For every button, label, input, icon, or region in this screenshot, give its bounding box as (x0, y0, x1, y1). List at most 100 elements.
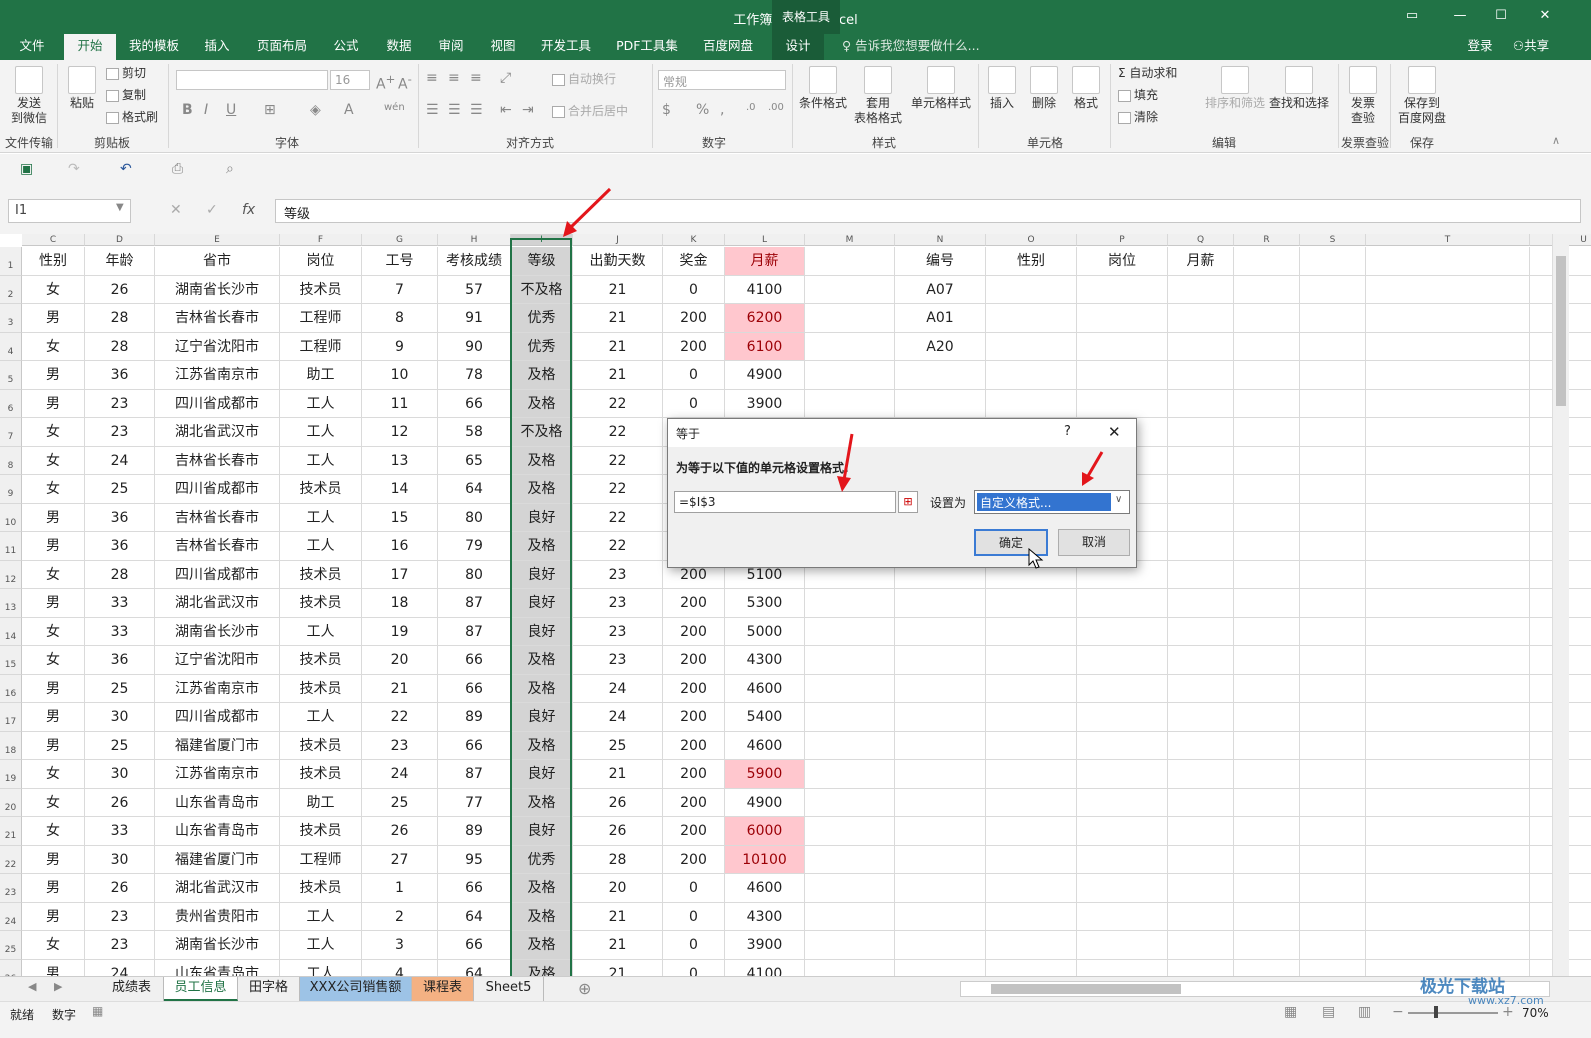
table-cell[interactable]: 技术员 (280, 874, 362, 903)
table-cell[interactable] (1168, 332, 1234, 361)
next-sheet-icon[interactable]: ▶ (54, 980, 62, 993)
collapse-ribbon-icon[interactable]: ∧ (1552, 134, 1560, 147)
table-cell[interactable]: 17 (362, 560, 438, 589)
table-cell[interactable]: 21 (573, 275, 663, 304)
table-cell[interactable] (1168, 731, 1234, 760)
table-cell[interactable]: 58 (438, 418, 511, 447)
sheet-tab[interactable]: XXX公司销售额 (300, 977, 412, 1001)
table-cell[interactable]: 77 (438, 788, 511, 817)
table-cell[interactable]: 66 (438, 731, 511, 760)
table-cell[interactable] (986, 617, 1077, 646)
table-cell[interactable] (1366, 418, 1530, 447)
table-cell[interactable]: 及格 (511, 532, 573, 561)
range-select-icon[interactable]: ⊞ (898, 491, 918, 513)
table-cell[interactable]: 及格 (511, 902, 573, 931)
tab-data[interactable]: 数据 (376, 34, 422, 60)
table-cell[interactable] (1077, 275, 1168, 304)
tab-formulas[interactable]: 公式 (322, 34, 370, 60)
table-cell[interactable]: 13 (362, 446, 438, 475)
row-header[interactable]: 23 (0, 874, 22, 903)
table-cell[interactable]: 66 (438, 674, 511, 703)
table-cell[interactable]: 工人 (280, 503, 362, 532)
table-cell[interactable] (805, 589, 895, 618)
table-cell[interactable]: 6200 (725, 304, 805, 333)
maximize-icon[interactable]: ☐ (1491, 8, 1511, 23)
save-icon[interactable]: ▣ (20, 161, 33, 177)
table-cell[interactable] (1300, 646, 1366, 675)
wrap-text-button[interactable]: 自动换行 (552, 72, 616, 87)
align-center-icon[interactable]: ☰ (448, 102, 461, 118)
table-cell[interactable]: 23 (85, 902, 155, 931)
table-cell[interactable] (1077, 731, 1168, 760)
table-cell[interactable] (986, 674, 1077, 703)
table-cell[interactable] (1234, 959, 1300, 976)
table-cell[interactable] (1300, 446, 1366, 475)
table-cell[interactable]: 22 (573, 418, 663, 447)
table-cell[interactable]: 技术员 (280, 275, 362, 304)
table-cell[interactable] (1168, 788, 1234, 817)
table-cell[interactable]: 22 (573, 532, 663, 561)
table-cell[interactable]: 33 (85, 617, 155, 646)
table-cell[interactable]: 24 (573, 703, 663, 732)
dialog-close-icon[interactable]: ✕ (1108, 423, 1121, 441)
table-cell[interactable] (1300, 503, 1366, 532)
table-cell[interactable] (1077, 845, 1168, 874)
table-cell[interactable] (1234, 361, 1300, 390)
table-cell[interactable] (1234, 332, 1300, 361)
table-cell[interactable] (1366, 646, 1530, 675)
table-cell[interactable]: 36 (85, 361, 155, 390)
table-cell[interactable]: 200 (663, 845, 725, 874)
find-select-button[interactable]: 查找和选择 (1268, 66, 1330, 111)
table-cell[interactable]: 80 (438, 503, 511, 532)
table-cell[interactable]: 女 (22, 475, 85, 504)
sheet-tab[interactable]: Sheet5 (474, 977, 544, 1001)
table-cell[interactable] (1168, 589, 1234, 618)
login-button[interactable]: 登录 (1458, 34, 1502, 60)
align-left-icon[interactable]: ☰ (426, 102, 439, 118)
header-cell[interactable] (1366, 247, 1530, 276)
column-header[interactable]: L (725, 234, 805, 246)
table-cell[interactable]: 4100 (725, 959, 805, 976)
table-cell[interactable]: 优秀 (511, 332, 573, 361)
table-cell[interactable]: 65 (438, 446, 511, 475)
accounting-icon[interactable]: $ (662, 102, 671, 118)
table-cell[interactable]: 26 (573, 788, 663, 817)
column-header[interactable]: F (280, 234, 362, 246)
confirm-entry-icon[interactable]: ✓ (206, 202, 218, 218)
print-preview-icon[interactable]: ⎙ (172, 161, 183, 177)
table-cell[interactable]: 18 (362, 589, 438, 618)
table-cell[interactable]: 0 (663, 902, 725, 931)
table-cell[interactable]: 79 (438, 532, 511, 561)
column-header[interactable]: P (1077, 234, 1168, 246)
page-break-view-icon[interactable]: ▥ (1358, 1004, 1371, 1020)
row-header[interactable]: 26 (0, 959, 22, 976)
autosum-button[interactable]: Σ 自动求和 (1118, 66, 1177, 81)
table-cell[interactable] (1234, 760, 1300, 789)
table-cell[interactable]: 及格 (511, 959, 573, 976)
table-cell[interactable] (1234, 646, 1300, 675)
table-cell[interactable]: 女 (22, 646, 85, 675)
table-cell[interactable]: 良好 (511, 560, 573, 589)
table-cell[interactable] (1077, 760, 1168, 789)
vertical-scrollbar[interactable] (1552, 234, 1569, 976)
table-cell[interactable]: 22 (573, 446, 663, 475)
table-cell[interactable]: 23 (362, 731, 438, 760)
table-cell[interactable]: 23 (85, 931, 155, 960)
table-cell[interactable]: 89 (438, 817, 511, 846)
column-header[interactable]: Q (1168, 234, 1234, 246)
table-cell[interactable]: 25 (85, 731, 155, 760)
table-cell[interactable] (895, 788, 986, 817)
table-cell[interactable] (805, 874, 895, 903)
table-cell[interactable]: 26 (85, 874, 155, 903)
save-baidu-button[interactable]: 保存到 百度网盘 (1394, 66, 1450, 126)
table-cell[interactable] (1168, 902, 1234, 931)
table-cell[interactable] (1300, 475, 1366, 504)
underline-icon[interactable]: U (226, 102, 236, 118)
row-header[interactable]: 3 (0, 304, 22, 333)
column-header[interactable]: M (805, 234, 895, 246)
table-cell[interactable]: 女 (22, 931, 85, 960)
table-cell[interactable] (805, 674, 895, 703)
paste-button[interactable]: 粘贴 (64, 66, 100, 111)
add-sheet-icon[interactable]: ⊕ (578, 979, 591, 998)
table-cell[interactable]: 8 (362, 304, 438, 333)
